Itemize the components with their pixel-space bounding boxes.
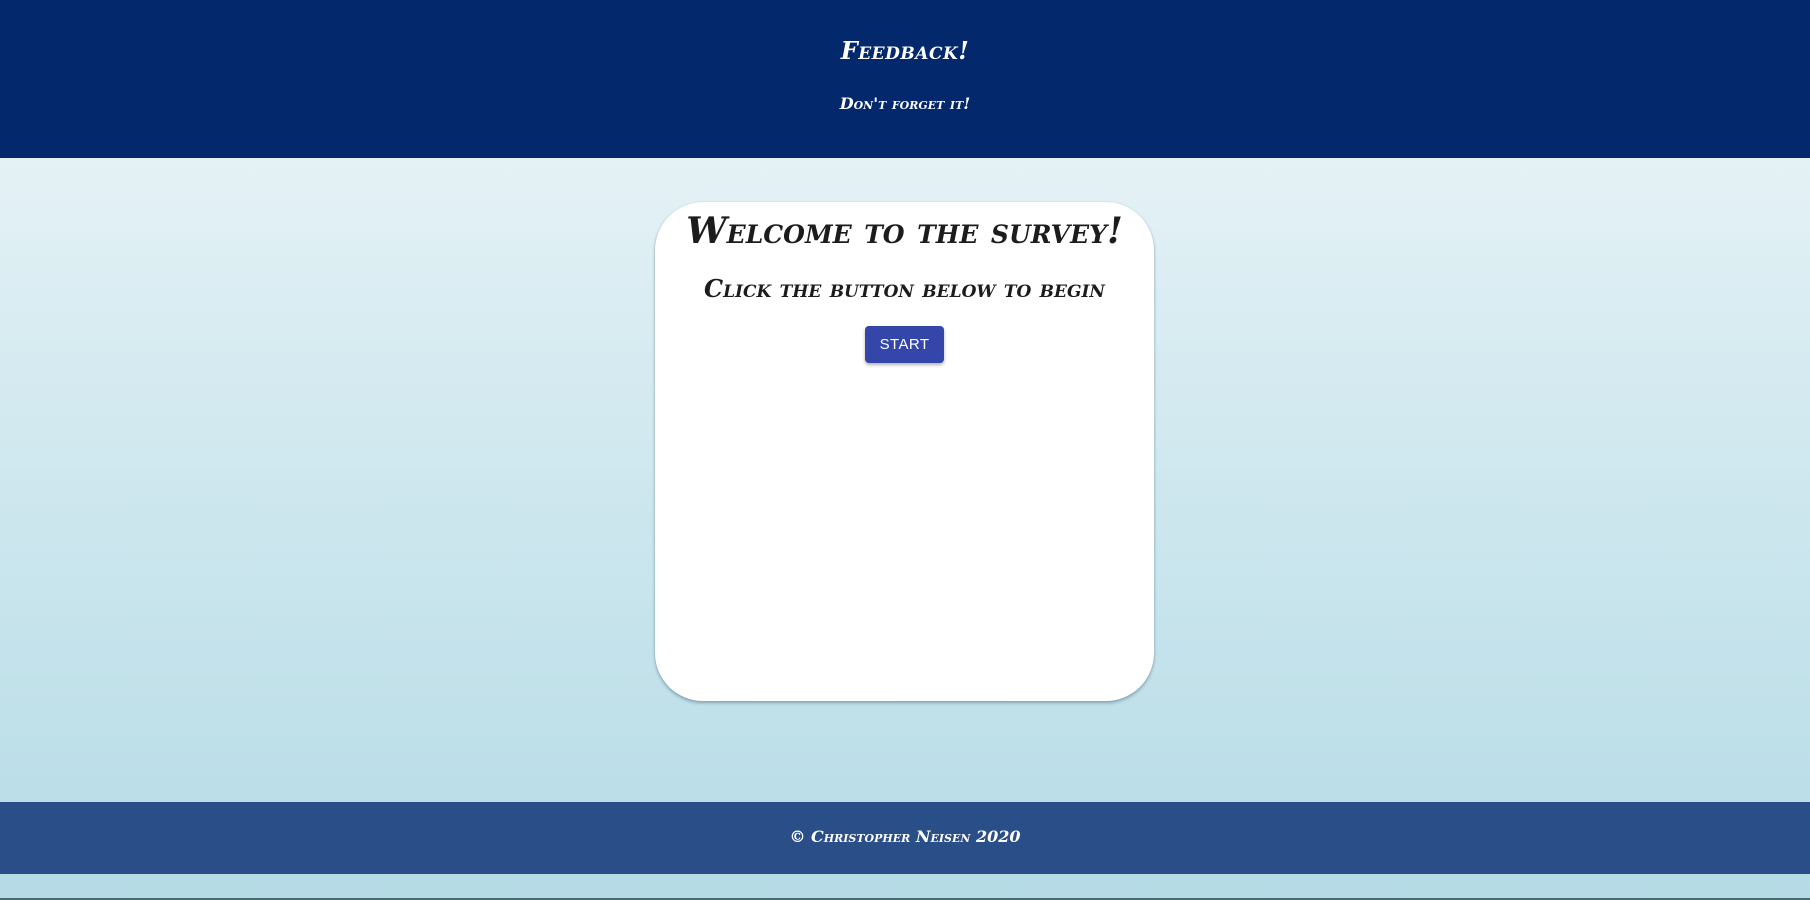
survey-instructions: Click the button below to begin bbox=[704, 274, 1105, 303]
header-subtitle: Don't forget it! bbox=[839, 94, 971, 113]
footer-copyright: © Christopher Neisen 2020 bbox=[789, 827, 1021, 846]
start-button[interactable]: START bbox=[865, 326, 944, 363]
header-banner: Feedback! Don't forget it! bbox=[0, 0, 1810, 158]
footer: © Christopher Neisen 2020 bbox=[0, 802, 1810, 874]
survey-title: Welcome to the survey! bbox=[686, 210, 1123, 252]
survey-card: Welcome to the survey! Click the button … bbox=[655, 202, 1154, 701]
header-title: Feedback! bbox=[840, 36, 970, 65]
